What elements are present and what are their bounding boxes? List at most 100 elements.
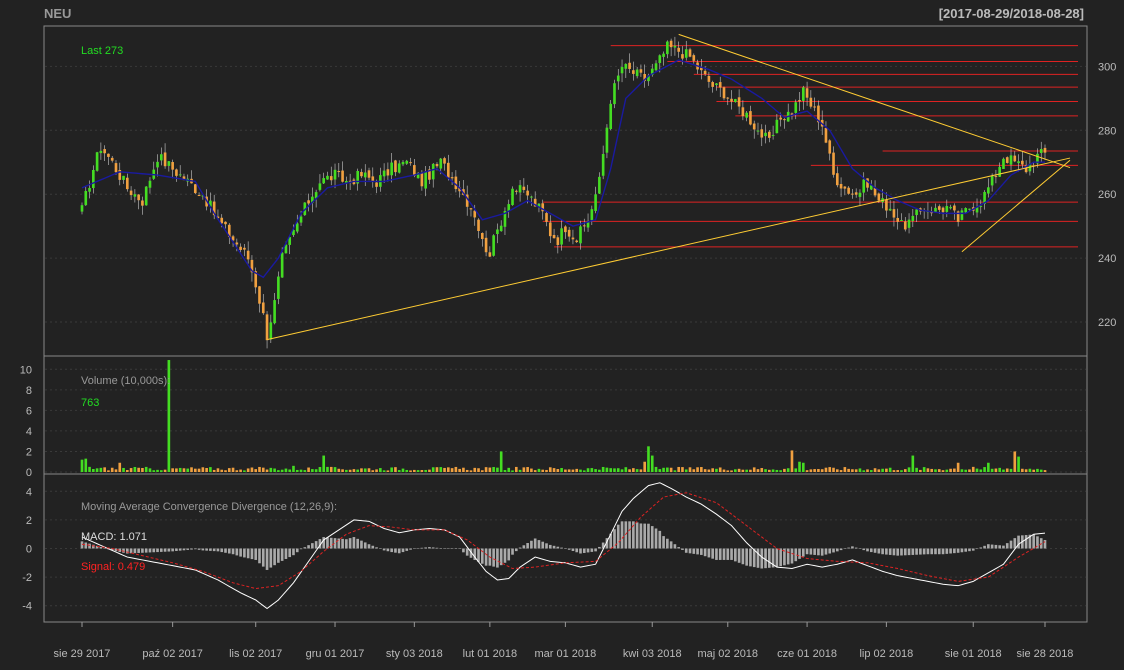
volume-bar	[1002, 469, 1005, 472]
volume-bar	[828, 467, 832, 472]
volume-bar	[900, 470, 903, 472]
macd-histogram-bar	[216, 548, 220, 552]
volume-bar	[1036, 468, 1039, 472]
volume-bar	[730, 470, 733, 472]
macd-histogram-bar	[88, 543, 91, 549]
macd-histogram-bar	[492, 548, 495, 567]
candle-down	[163, 152, 167, 167]
volume-bar	[88, 466, 91, 472]
candle-down	[552, 234, 556, 239]
volume-bar	[737, 468, 741, 472]
volume-bar	[643, 461, 647, 472]
macd-histogram-bar	[907, 548, 911, 556]
volume-bar	[526, 467, 529, 472]
macd-histogram-bar	[254, 548, 258, 560]
volume-bar	[892, 470, 896, 472]
volume-bar	[1009, 468, 1013, 472]
candle-up	[277, 276, 280, 299]
macd-histogram-bar	[367, 544, 371, 549]
macd-histogram-bar	[953, 548, 956, 554]
macd-histogram-bar	[669, 541, 673, 549]
macd-histogram-bar	[439, 548, 443, 549]
candle-up	[715, 83, 718, 86]
candle-up	[148, 180, 152, 188]
volume-bar	[261, 467, 265, 472]
candle-down	[443, 158, 446, 164]
volume-bar	[439, 467, 443, 472]
volume-bar	[575, 468, 579, 472]
volume-bar	[703, 469, 707, 472]
volume-bar	[205, 467, 208, 472]
x-axis-label: lis 02 2017	[229, 648, 282, 660]
volume-bar	[99, 467, 103, 472]
volume-bar	[968, 469, 971, 472]
volume-bar	[292, 465, 295, 472]
candle-down	[718, 82, 722, 88]
volume-bar	[382, 470, 386, 472]
volume-bar	[945, 469, 949, 472]
macd-histogram-bar	[650, 526, 654, 549]
candle-up	[915, 209, 918, 216]
volume-bar	[934, 469, 937, 472]
volume-bar	[522, 467, 526, 472]
x-axis-label: kwi 03 2018	[623, 648, 682, 660]
volume-bar	[1017, 456, 1020, 472]
volume-bar	[919, 469, 922, 472]
candle-up	[858, 192, 862, 197]
volume-bar	[511, 470, 514, 472]
macd-histogram-bar	[726, 548, 730, 560]
x-axis-label: mar 01 2018	[535, 648, 597, 660]
macd-histogram-bar	[801, 548, 805, 557]
candle-up	[299, 216, 303, 223]
volume-bar	[416, 470, 420, 472]
macd-histogram-bar	[885, 548, 888, 555]
volume-bar	[696, 467, 699, 472]
candle-up	[579, 226, 582, 244]
x-axis-label: cze 01 2018	[777, 648, 837, 660]
volume-bar	[971, 466, 975, 472]
candle-up	[439, 158, 443, 169]
volume-bar	[284, 468, 288, 472]
macd-histogram-bar	[269, 548, 273, 568]
macd-histogram-bar	[148, 548, 152, 553]
macd-histogram-bar	[235, 548, 239, 556]
macd-histogram-bar	[435, 547, 439, 549]
candle-up	[907, 219, 911, 228]
macd-histogram-bar	[941, 548, 945, 555]
volume-bar	[609, 468, 613, 472]
volume-bar	[265, 469, 269, 472]
macd-histogram-bar	[84, 542, 88, 549]
volume-bar	[239, 469, 242, 472]
volume-y-tick-label: 0	[26, 467, 32, 479]
macd-histogram-bar	[394, 548, 397, 553]
candle-up	[987, 187, 990, 194]
candle-down	[885, 199, 888, 211]
candle-down	[235, 242, 239, 245]
candle-down	[783, 119, 786, 121]
volume-bar	[541, 469, 545, 472]
macd-histogram-bar	[779, 548, 782, 567]
candle-down	[137, 194, 140, 201]
volume-bar	[465, 469, 469, 472]
macd-histogram-bar	[949, 548, 952, 554]
macd-histogram-bar	[582, 548, 586, 553]
macd-histogram-bar	[503, 548, 507, 563]
volume-bar	[813, 469, 816, 472]
macd-histogram-bar	[363, 542, 367, 549]
volume-bar	[235, 470, 239, 472]
volume-bar	[745, 469, 748, 472]
candle-down	[258, 286, 261, 304]
macd-histogram-bar	[209, 548, 212, 551]
volume-bar	[790, 450, 794, 472]
volume-bar	[560, 468, 563, 472]
volume-y-tick-label: 4	[26, 426, 32, 438]
candle-down	[903, 221, 907, 230]
volume-bar	[311, 469, 314, 472]
candle-down	[711, 82, 714, 87]
candle-up	[156, 161, 159, 168]
volume-bar	[375, 469, 378, 472]
macd-histogram-bar	[243, 548, 246, 558]
volume-bar	[1039, 469, 1043, 472]
volume-bar	[314, 469, 318, 472]
volume-bar	[983, 467, 986, 472]
